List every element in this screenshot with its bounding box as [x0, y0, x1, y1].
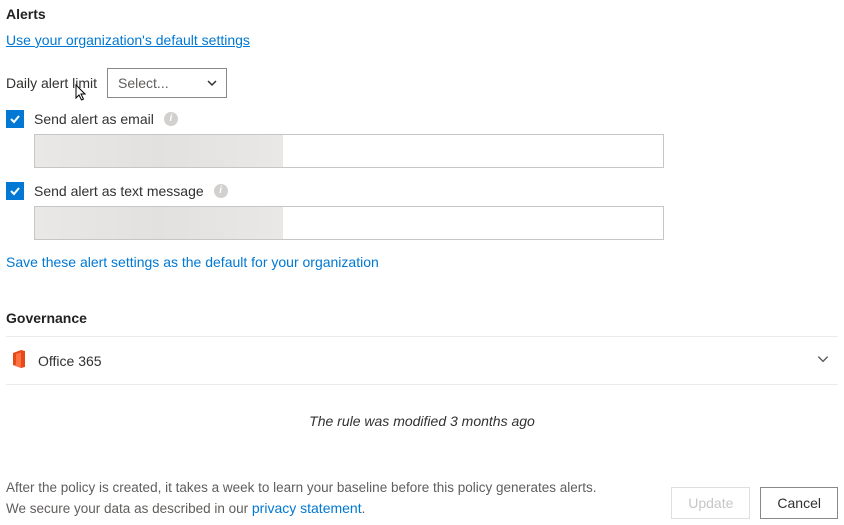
info-icon: i	[164, 112, 178, 126]
daily-limit-select-value: Select...	[118, 75, 169, 91]
alerts-section: Alerts Use your organization's default s…	[6, 6, 838, 270]
footer-line2-post: .	[362, 501, 366, 516]
alerts-heading: Alerts	[6, 6, 838, 22]
modified-note: The rule was modified 3 months ago	[6, 413, 838, 429]
governance-item-office365[interactable]: Office 365	[6, 336, 838, 385]
redacted-value	[35, 207, 283, 239]
send-sms-label: Send alert as text message	[34, 183, 204, 199]
footer-text: After the policy is created, it takes a …	[6, 478, 597, 520]
daily-limit-row: Daily alert limit Select...	[6, 68, 838, 98]
sms-recipients-input[interactable]	[34, 206, 664, 240]
email-recipients-input[interactable]	[34, 134, 664, 168]
cancel-button[interactable]: Cancel	[760, 487, 838, 519]
chevron-down-icon	[206, 77, 218, 89]
governance-item-label: Office 365	[38, 353, 102, 369]
footer: After the policy is created, it takes a …	[6, 478, 838, 520]
use-default-settings-link[interactable]: Use your organization's default settings	[6, 32, 250, 48]
governance-section: Governance Office 365	[6, 310, 838, 385]
update-button[interactable]: Update	[671, 487, 750, 519]
office-365-icon	[10, 349, 28, 372]
daily-limit-label: Daily alert limit	[6, 75, 97, 91]
daily-limit-select[interactable]: Select...	[107, 68, 227, 98]
footer-line2: We secure your data as described in our …	[6, 498, 597, 519]
send-sms-row: Send alert as text message i	[6, 182, 838, 200]
redacted-value	[35, 135, 283, 167]
info-icon: i	[214, 184, 228, 198]
send-sms-checkbox[interactable]	[6, 182, 24, 200]
footer-line2-pre: We secure your data as described in our	[6, 501, 252, 516]
send-email-checkbox[interactable]	[6, 110, 24, 128]
chevron-down-icon	[816, 352, 830, 369]
privacy-statement-link[interactable]: privacy statement	[252, 500, 362, 516]
governance-heading: Governance	[6, 310, 838, 326]
footer-buttons: Update Cancel	[671, 487, 838, 519]
send-email-label: Send alert as email	[34, 111, 154, 127]
send-email-row: Send alert as email i	[6, 110, 838, 128]
save-default-link[interactable]: Save these alert settings as the default…	[6, 254, 379, 270]
footer-line1: After the policy is created, it takes a …	[6, 478, 597, 498]
